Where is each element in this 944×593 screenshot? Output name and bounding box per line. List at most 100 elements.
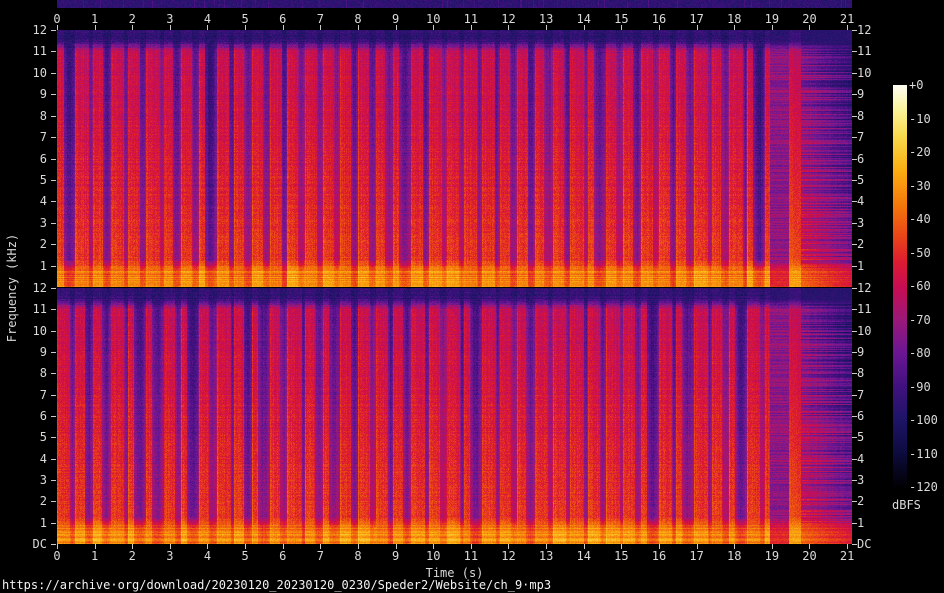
time-tick-label-top: 20 <box>802 13 816 25</box>
time-tick-label-top: 11 <box>464 13 478 25</box>
freq-tick-right <box>852 459 857 460</box>
time-tick-label-top: 9 <box>392 13 399 25</box>
time-tick-top <box>772 25 773 30</box>
freq-tick-label-right: 6 <box>857 153 864 165</box>
freq-tick-left <box>51 416 56 417</box>
time-tick-bottom <box>396 544 397 549</box>
time-tick-top <box>207 25 208 30</box>
freq-tick-label-right: DC <box>857 538 871 550</box>
freq-tick-right <box>852 352 857 353</box>
time-tick-top <box>621 25 622 30</box>
time-tick-top <box>320 25 321 30</box>
time-tick-label-bottom: 2 <box>129 550 136 562</box>
time-tick-top <box>809 25 810 30</box>
freq-tick-label-left: 12 <box>0 24 47 36</box>
colorbar-tick-label: -40 <box>909 213 931 225</box>
freq-tick-left <box>51 116 56 117</box>
freq-tick-left <box>51 73 56 74</box>
time-tick-top <box>847 25 848 30</box>
freq-tick-label-left: 7 <box>0 131 47 143</box>
time-tick-label-bottom: 0 <box>53 550 60 562</box>
time-tick-label-bottom: 9 <box>392 550 399 562</box>
time-tick-top <box>659 25 660 30</box>
freq-tick-label-right: 1 <box>857 260 864 272</box>
freq-tick-left <box>51 459 56 460</box>
time-tick-bottom <box>471 544 472 549</box>
freq-tick-left <box>51 94 56 95</box>
time-tick-top <box>508 25 509 30</box>
time-tick-label-bottom: 14 <box>577 550 591 562</box>
colorbar-unit-label: dBFS <box>892 499 921 511</box>
freq-tick-label-right: 3 <box>857 217 864 229</box>
freq-tick-label-right: 8 <box>857 367 864 379</box>
colorbar-tick-label: +0 <box>909 79 923 91</box>
time-tick-top <box>734 25 735 30</box>
colorbar-tick-label: -100 <box>909 414 938 426</box>
time-tick-bottom <box>358 544 359 549</box>
time-tick-label-top: 17 <box>689 13 703 25</box>
freq-tick-label-left: 1 <box>0 260 47 272</box>
freq-tick-label-left: 9 <box>0 346 47 358</box>
freq-tick-label-left: DC <box>0 538 47 550</box>
freq-tick-label-left: 8 <box>0 110 47 122</box>
time-tick-top <box>57 25 58 30</box>
time-tick-bottom <box>207 544 208 549</box>
freq-tick-right <box>852 30 857 31</box>
freq-tick-right <box>852 116 857 117</box>
time-tick-label-bottom: 20 <box>802 550 816 562</box>
time-tick-top <box>358 25 359 30</box>
time-tick-label-bottom: 12 <box>501 550 515 562</box>
spectrogram-left-channel <box>57 30 852 287</box>
time-tick-label-top: 13 <box>539 13 553 25</box>
freq-tick-right <box>852 266 857 267</box>
freq-tick-label-right: 9 <box>857 346 864 358</box>
freq-tick-right <box>852 223 857 224</box>
time-tick-label-top: 15 <box>614 13 628 25</box>
freq-tick-label-right: 10 <box>857 67 871 79</box>
time-tick-label-top: 4 <box>204 13 211 25</box>
freq-tick-right <box>852 416 857 417</box>
freq-tick-left <box>51 288 56 289</box>
time-tick-label-bottom: 13 <box>539 550 553 562</box>
time-tick-label-top: 6 <box>279 13 286 25</box>
freq-tick-right <box>852 480 857 481</box>
time-tick-label-bottom: 4 <box>204 550 211 562</box>
time-tick-label-bottom: 1 <box>91 550 98 562</box>
time-tick-bottom <box>697 544 698 549</box>
time-tick-bottom <box>847 544 848 549</box>
time-tick-label-top: 10 <box>426 13 440 25</box>
freq-tick-label-left: 1 <box>0 517 47 529</box>
time-tick-top <box>245 25 246 30</box>
freq-tick-left <box>51 51 56 52</box>
time-tick-bottom <box>621 544 622 549</box>
freq-tick-left <box>51 30 56 31</box>
time-tick-label-bottom: 21 <box>840 550 854 562</box>
time-tick-label-bottom: 16 <box>652 550 666 562</box>
time-tick-label-top: 3 <box>166 13 173 25</box>
freq-tick-left <box>51 523 56 524</box>
freq-tick-left <box>51 159 56 160</box>
time-tick-label-bottom: 17 <box>689 550 703 562</box>
freq-tick-right <box>852 523 857 524</box>
freq-tick-label-right: 3 <box>857 474 864 486</box>
freq-tick-label-right: 8 <box>857 110 864 122</box>
colorbar-tick-label: -30 <box>909 180 931 192</box>
freq-tick-label-right: 7 <box>857 131 864 143</box>
time-tick-bottom <box>95 544 96 549</box>
freq-tick-left <box>51 331 56 332</box>
time-tick-top <box>546 25 547 30</box>
time-tick-bottom <box>584 544 585 549</box>
time-tick-label-top: 16 <box>652 13 666 25</box>
time-tick-top <box>283 25 284 30</box>
time-tick-bottom <box>508 544 509 549</box>
freq-tick-right <box>852 94 857 95</box>
freq-tick-label-right: 11 <box>857 45 871 57</box>
time-tick-bottom <box>546 544 547 549</box>
freq-tick-label-left: 5 <box>0 431 47 443</box>
freq-tick-label-right: 4 <box>857 453 864 465</box>
freq-tick-label-left: 2 <box>0 495 47 507</box>
freq-tick-label-left: 9 <box>0 88 47 100</box>
freq-tick-label-left: 7 <box>0 389 47 401</box>
freq-tick-right <box>852 331 857 332</box>
freq-tick-label-left: 10 <box>0 67 47 79</box>
